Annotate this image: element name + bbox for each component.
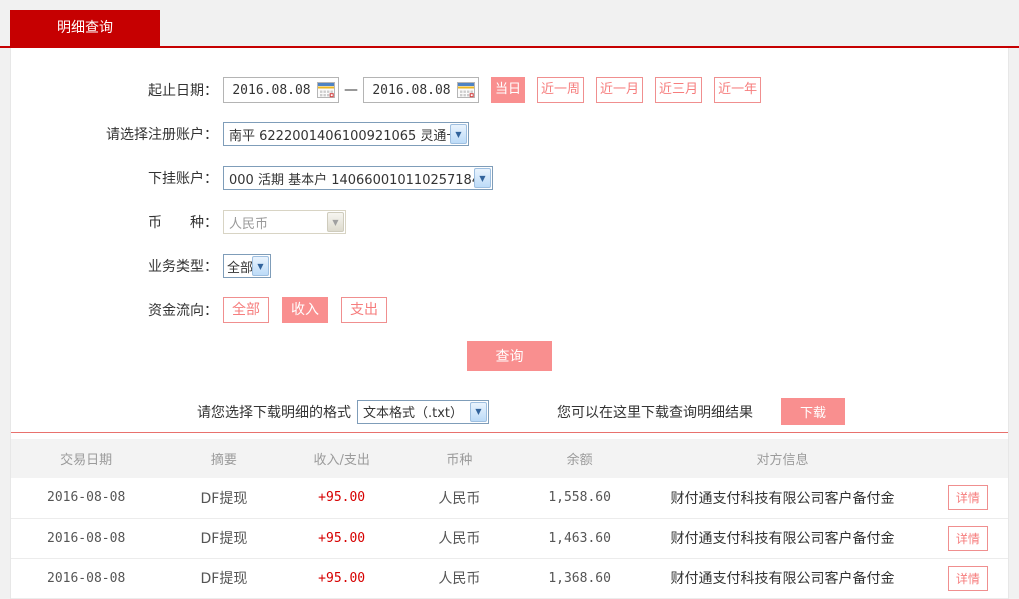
fund-flow-label: 资金流向：: [11, 300, 218, 320]
chevron-down-icon[interactable]: ▼: [470, 402, 487, 422]
download-hint-text: 您可以在这里下载查询明细结果: [557, 402, 753, 422]
cell-currency: 人民币: [397, 478, 522, 518]
cell-trade-date: 2016-08-08: [11, 558, 161, 598]
header-income-expense: 收入/支出: [287, 439, 397, 478]
chevron-down-icon[interactable]: ▼: [474, 168, 491, 188]
sub-account-label: 下挂账户：: [11, 168, 218, 188]
cell-amount: +95.00: [287, 478, 397, 518]
header-action: [928, 439, 1008, 478]
start-date-value[interactable]: 2016.08.08: [224, 83, 317, 98]
cell-balance: 1,463.60: [522, 518, 637, 558]
query-form: 起止日期： 2016.08.08 — 20: [11, 48, 1008, 425]
quick-range-month-button[interactable]: 近一月: [596, 77, 643, 103]
header-currency: 币种: [397, 439, 522, 478]
business-type-label: 业务类型：: [11, 256, 218, 276]
date-range-separator: —: [339, 82, 363, 98]
results-section: 交易日期 摘要 收入/支出 币种 余额 对方信息 2016-08-08 DF提现…: [11, 432, 1008, 599]
detail-button[interactable]: 详情: [948, 485, 988, 510]
end-date-value[interactable]: 2016.08.08: [364, 83, 457, 98]
currency-row: 币 种： 人民币 ▼: [11, 209, 1008, 235]
query-panel: 起止日期： 2016.08.08 — 20: [10, 48, 1009, 599]
register-account-row: 请选择注册账户： 南平 6222001406100921065 灵通卡 ▼: [11, 121, 1008, 147]
tab-detail-query[interactable]: 明细查询: [10, 10, 160, 46]
table-row: 2016-08-08 DF提现 +95.00 人民币 1,368.60 财付通支…: [11, 558, 1008, 598]
header-counterparty: 对方信息: [637, 439, 928, 478]
start-date-input[interactable]: 2016.08.08: [223, 77, 339, 103]
tab-bar: 明细查询: [0, 0, 1019, 48]
cell-currency: 人民币: [397, 558, 522, 598]
cell-trade-date: 2016-08-08: [11, 478, 161, 518]
quick-range-week-button[interactable]: 近一周: [537, 77, 584, 103]
chevron-down-icon[interactable]: ▼: [450, 124, 467, 144]
sub-account-row: 下挂账户： 000 活期 基本户 1406600101102571848 ▼: [11, 165, 1008, 191]
download-button[interactable]: 下载: [781, 398, 845, 425]
cell-amount: +95.00: [287, 558, 397, 598]
cell-counterparty: 财付通支付科技有限公司客户备付金: [637, 518, 928, 558]
query-button[interactable]: 查询: [467, 341, 552, 371]
currency-select: 人民币 ▼: [223, 210, 346, 234]
register-account-select[interactable]: 南平 6222001406100921065 灵通卡 ▼: [223, 122, 469, 146]
quick-range-today-button[interactable]: 当日: [491, 77, 525, 103]
date-range-label: 起止日期：: [11, 80, 218, 100]
chevron-down-icon[interactable]: ▼: [252, 256, 269, 276]
cell-counterparty: 财付通支付科技有限公司客户备付金: [637, 478, 928, 518]
cell-summary: DF提现: [161, 558, 286, 598]
sub-account-select[interactable]: 000 活期 基本户 1406600101102571848 ▼: [223, 166, 493, 190]
detail-button[interactable]: 详情: [948, 526, 988, 551]
calendar-icon[interactable]: [317, 82, 335, 98]
cell-summary: DF提现: [161, 518, 286, 558]
detail-button[interactable]: 详情: [948, 566, 988, 591]
register-account-value: 南平 6222001406100921065 灵通卡: [229, 125, 468, 144]
fund-flow-expense-button[interactable]: 支出: [341, 297, 387, 323]
results-table: 交易日期 摘要 收入/支出 币种 余额 对方信息 2016-08-08 DF提现…: [11, 439, 1008, 599]
cell-trade-date: 2016-08-08: [11, 518, 161, 558]
fund-flow-all-button[interactable]: 全部: [223, 297, 269, 323]
quick-range-year-button[interactable]: 近一年: [714, 77, 761, 103]
business-type-select[interactable]: 全部 ▼: [223, 254, 271, 278]
fund-flow-income-button[interactable]: 收入: [282, 297, 328, 323]
currency-label: 币 种：: [11, 212, 218, 232]
table-row: 2016-08-08 DF提现 +95.00 人民币 1,463.60 财付通支…: [11, 518, 1008, 558]
cell-counterparty: 财付通支付科技有限公司客户备付金: [637, 558, 928, 598]
download-format-label: 请您选择下载明细的格式: [197, 402, 351, 422]
cell-currency: 人民币: [397, 518, 522, 558]
table-header-row: 交易日期 摘要 收入/支出 币种 余额 对方信息: [11, 439, 1008, 478]
header-balance: 余额: [522, 439, 637, 478]
download-format-select[interactable]: 文本格式（.txt） ▼: [357, 400, 489, 424]
quick-range-3months-button[interactable]: 近三月: [655, 77, 702, 103]
cell-balance: 1,558.60: [522, 478, 637, 518]
chevron-down-icon: ▼: [327, 212, 344, 232]
fund-flow-row: 资金流向： 全部 收入 支出: [11, 297, 1008, 323]
header-trade-date: 交易日期: [11, 439, 161, 478]
date-range-row: 起止日期： 2016.08.08 — 20: [11, 77, 1008, 103]
header-summary: 摘要: [161, 439, 286, 478]
business-type-row: 业务类型： 全部 ▼: [11, 253, 1008, 279]
calendar-icon[interactable]: [457, 82, 475, 98]
cell-summary: DF提现: [161, 478, 286, 518]
table-row: 2016-08-08 DF提现 +95.00 人民币 1,558.60 财付通支…: [11, 478, 1008, 518]
end-date-input[interactable]: 2016.08.08: [363, 77, 479, 103]
register-account-label: 请选择注册账户：: [11, 124, 218, 144]
sub-account-value: 000 活期 基本户 1406600101102571848: [229, 169, 492, 188]
download-row: 请您选择下载明细的格式 文本格式（.txt） ▼ 您可以在这里下载查询明细结果 …: [11, 398, 1008, 425]
query-button-row: 查询: [11, 341, 1008, 371]
cell-amount: +95.00: [287, 518, 397, 558]
cell-balance: 1,368.60: [522, 558, 637, 598]
